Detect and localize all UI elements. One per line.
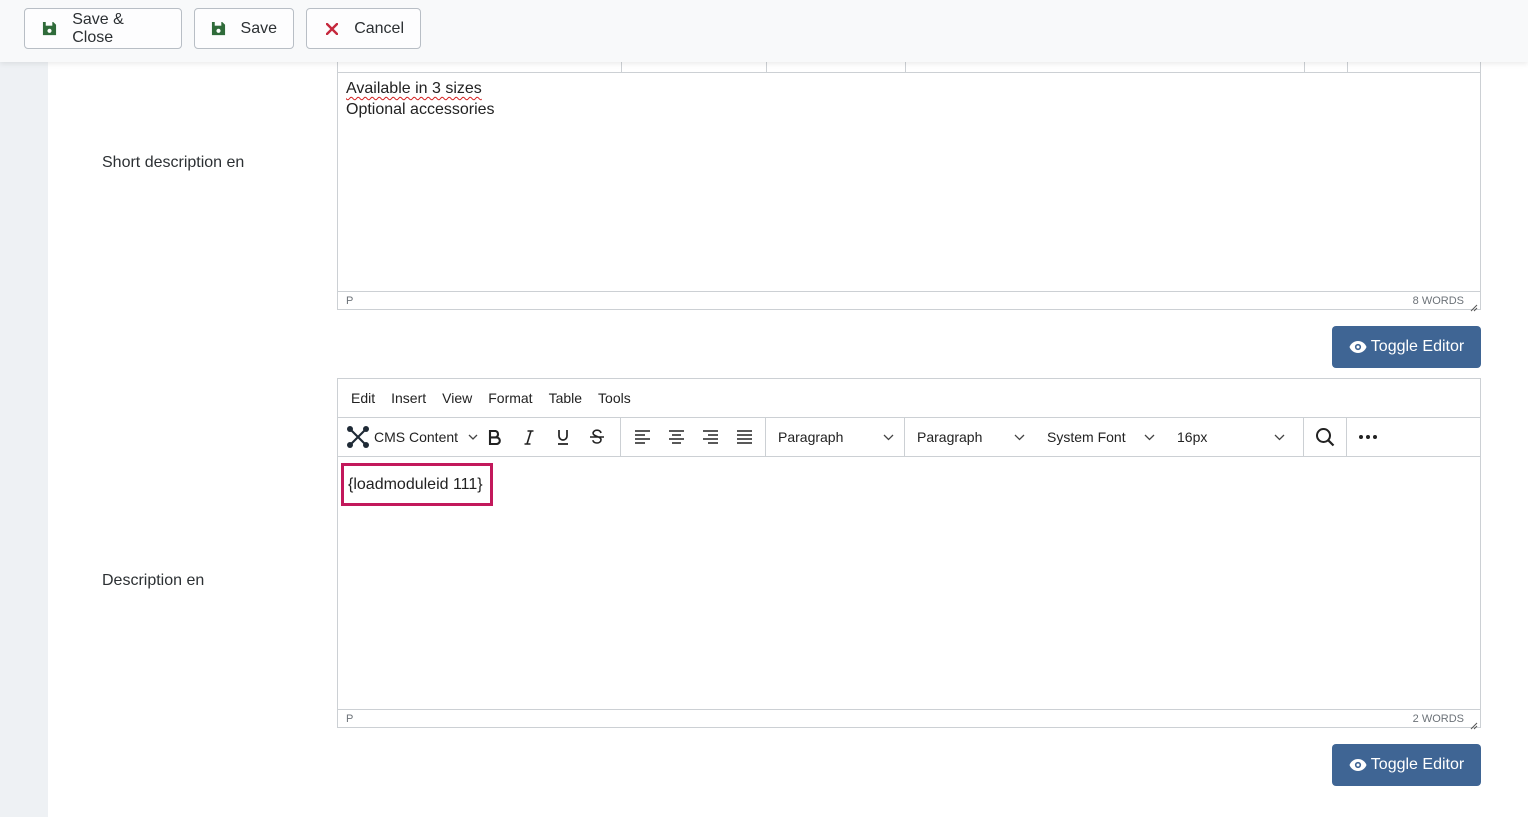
content-line: Optional accessories [346, 99, 495, 120]
style-format-value: Paragraph [917, 429, 983, 445]
save-icon [211, 20, 227, 38]
more-options-icon[interactable] [1351, 418, 1385, 456]
cancel-button[interactable]: Cancel [306, 8, 421, 49]
menu-format[interactable]: Format [480, 390, 540, 406]
highlighted-shortcode: {loadmoduleid 111} [341, 463, 493, 506]
block-format-dropdown[interactable]: Paragraph [766, 418, 904, 456]
menu-insert[interactable]: Insert [383, 390, 434, 406]
italic-icon[interactable] [512, 418, 546, 456]
align-right-icon[interactable] [693, 418, 727, 456]
cancel-label: Cancel [354, 19, 404, 37]
menu-edit[interactable]: Edit [343, 390, 383, 406]
save-label: Save [240, 19, 277, 37]
description-editor[interactable]: Edit Insert View Format Table Tools CMS … [337, 378, 1481, 730]
alignment-group [621, 418, 766, 456]
search-group [1304, 418, 1347, 456]
cms-content-dropdown[interactable]: CMS Content [338, 418, 478, 456]
word-count: 2 WORDS [1412, 712, 1464, 725]
editor-formatbar: CMS Content Paragraph Paragraph System F… [338, 418, 1480, 457]
element-path[interactable]: P [346, 295, 353, 307]
content-line-text: Optional accessories [346, 101, 495, 118]
menu-tools[interactable]: Tools [590, 390, 639, 406]
eye-icon [1349, 759, 1367, 771]
joomla-icon [346, 425, 370, 449]
resize-handle-icon[interactable] [1470, 299, 1478, 312]
block-format-group: Paragraph [766, 418, 905, 456]
text-style-group: CMS Content [338, 418, 621, 456]
save-button[interactable]: Save [194, 8, 294, 49]
chevron-down-icon [1144, 434, 1155, 441]
content-line-text: Available in 3 sizes [346, 80, 482, 97]
align-center-icon[interactable] [659, 418, 693, 456]
shortcode-text: {loadmoduleid 111} [348, 475, 483, 493]
chevron-down-icon [1014, 434, 1025, 441]
font-size-value: 16px [1177, 429, 1208, 445]
font-family-value: System Font [1047, 429, 1126, 445]
strikethrough-icon[interactable] [580, 418, 614, 456]
bold-icon[interactable] [478, 418, 512, 456]
description-content-area[interactable]: {loadmoduleid 111} [338, 458, 1480, 709]
close-icon [323, 20, 340, 38]
more-group [1347, 418, 1389, 456]
align-left-icon[interactable] [625, 418, 659, 456]
element-path[interactable]: P [346, 713, 353, 725]
editor-menubar: Edit Insert View Format Table Tools [338, 379, 1480, 418]
save-icon [41, 20, 58, 38]
short-description-label: Short description en [102, 154, 245, 171]
font-group: Paragraph System Font 16px [905, 418, 1304, 456]
short-description-content[interactable]: Available in 3 sizes Optional accessorie… [346, 78, 495, 120]
font-size-dropdown[interactable]: 16px [1165, 418, 1295, 456]
chevron-down-icon [1274, 434, 1285, 441]
save-close-label: Save & Close [72, 10, 124, 46]
toggle-editor-button[interactable]: Toggle Editor [1332, 744, 1481, 786]
toggle-editor-label: Toggle Editor [1370, 338, 1465, 355]
toggle-editor-button[interactable]: Toggle Editor [1332, 326, 1481, 368]
toggle-editor-label: Toggle Editor [1370, 756, 1465, 773]
description-label: Description en [102, 572, 205, 589]
editor-statusbar: P 2 WORDS [338, 709, 1480, 727]
editor-statusbar: P 8 WORDS [338, 291, 1480, 309]
eye-icon [1349, 341, 1367, 353]
left-sidebar-rail [0, 0, 48, 817]
block-format-value: Paragraph [778, 429, 844, 445]
underline-icon[interactable] [546, 418, 580, 456]
menu-view[interactable]: View [434, 390, 480, 406]
style-format-dropdown[interactable]: Paragraph [905, 418, 1035, 456]
save-close-button[interactable]: Save & Close [24, 8, 182, 49]
top-toolbar: Save & Close Save Cancel [0, 0, 1528, 62]
font-family-dropdown[interactable]: System Font [1035, 418, 1165, 456]
short-description-editor[interactable]: Available in 3 sizes Optional accessorie… [337, 52, 1481, 312]
cms-content-label: CMS Content [374, 429, 459, 445]
word-count: 8 WORDS [1412, 294, 1464, 307]
menu-table[interactable]: Table [541, 390, 590, 406]
resize-handle-icon[interactable] [1470, 717, 1478, 730]
align-justify-icon[interactable] [727, 418, 761, 456]
content-line: Available in 3 sizes [346, 78, 495, 99]
chevron-down-icon [468, 434, 478, 440]
search-icon[interactable] [1308, 418, 1342, 456]
chevron-down-icon [883, 434, 894, 441]
